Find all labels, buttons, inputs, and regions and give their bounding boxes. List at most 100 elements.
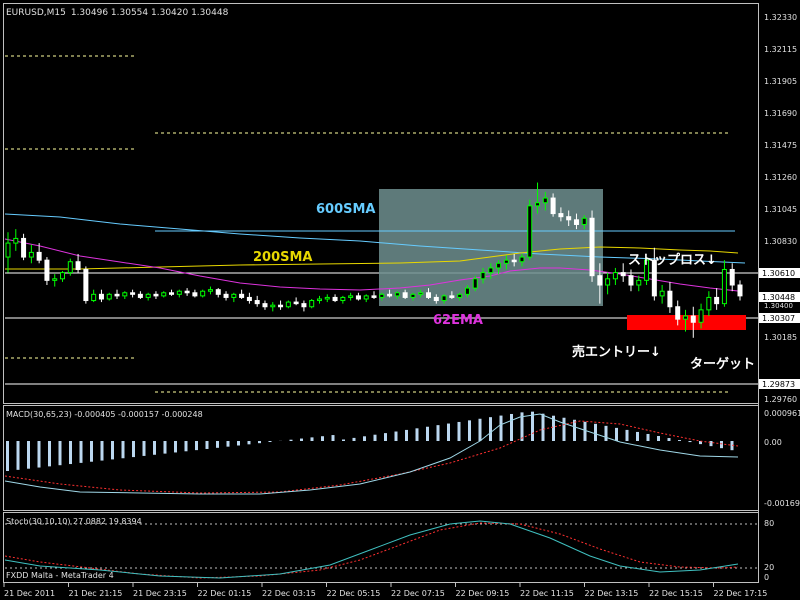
macd-bar <box>27 441 30 469</box>
price-tick: 1.31045 <box>764 205 797 214</box>
candle-body <box>558 213 564 218</box>
candle-body <box>620 272 626 277</box>
candle-body <box>457 293 463 298</box>
macd-bar <box>447 423 450 441</box>
sma600-label: 600SMA <box>316 202 376 217</box>
candle-body <box>379 293 385 298</box>
candle-body <box>410 293 416 298</box>
macd-tick: 0.000961 <box>764 409 800 418</box>
candle-body <box>628 275 634 286</box>
macd-tick: 0.00 <box>764 438 782 447</box>
macd-bar <box>573 419 576 441</box>
macd-bar <box>58 441 62 466</box>
macd-bar <box>646 433 650 441</box>
candle-body <box>254 300 260 305</box>
macd-bar <box>688 441 692 443</box>
candle-body <box>114 293 120 297</box>
price-tick: 1.31475 <box>764 141 797 150</box>
macd-bar <box>310 437 314 441</box>
candle-body <box>480 272 486 280</box>
time-tick: 22 Dec 17:15 <box>714 589 768 598</box>
candle-body <box>503 259 509 264</box>
candle-body <box>472 278 478 289</box>
macd-bar <box>594 423 597 441</box>
candle-body <box>270 304 276 308</box>
price-tick: 1.30185 <box>764 333 797 342</box>
macd-bar <box>79 441 83 463</box>
macd-bar <box>289 439 293 441</box>
macd-bar <box>625 429 629 441</box>
macd-bar <box>394 431 398 441</box>
macd-bar <box>373 434 377 441</box>
time-tick: 22 Dec 05:15 <box>327 589 381 598</box>
candle-body <box>714 296 720 305</box>
time-tick: 22 Dec 03:15 <box>262 589 316 598</box>
candle-body <box>737 284 743 297</box>
stoch-tick: 20 <box>764 563 774 572</box>
time-tick: 22 Dec 09:15 <box>456 589 510 598</box>
macd-bar <box>499 415 503 441</box>
macd-bar <box>6 441 9 471</box>
macd-bar <box>562 417 566 441</box>
time-tick: 22 Dec 07:15 <box>391 589 445 598</box>
candle-body <box>488 267 494 274</box>
candle-body <box>285 301 291 308</box>
macd-bar <box>667 438 671 441</box>
macd-bar <box>111 441 114 460</box>
candle-body <box>246 296 252 302</box>
candle-body <box>675 306 681 320</box>
macd-bar <box>352 437 356 441</box>
candle-body <box>106 293 112 300</box>
candle-body <box>36 251 42 261</box>
time-tick: 21 Dec 21:15 <box>69 589 123 598</box>
candle-body <box>402 292 408 298</box>
candle-body <box>527 205 533 258</box>
candle-body <box>184 290 190 294</box>
candle-body <box>44 259 50 281</box>
time-tick: 21 Dec 2011 <box>4 589 55 598</box>
price-tag-current: 1.30448 <box>762 293 795 302</box>
time-tick: 22 Dec 11:15 <box>520 589 574 598</box>
macd-bar <box>405 429 408 441</box>
stoch-label: Stoch(30,10,10) 27.0882 19.8394 <box>6 517 142 526</box>
macd-bar <box>268 441 272 443</box>
candle-body <box>355 295 361 300</box>
macd-bar <box>205 441 209 449</box>
price-tick: 1.32330 <box>764 13 797 22</box>
candle-body <box>464 287 470 295</box>
macd-label: MACD(30,65,23) -0.000405 -0.000157 -0.00… <box>6 410 203 419</box>
candle-body <box>566 216 572 221</box>
consolidation-zone <box>379 189 603 306</box>
trading-chart[interactable]: EURUSD,M15 1.30496 1.30554 1.30420 1.3044… <box>0 0 800 600</box>
candle-body <box>200 290 206 297</box>
macd-bar <box>100 441 104 461</box>
candle-body <box>721 268 727 305</box>
macd-bar <box>216 441 219 448</box>
symbol-header: EURUSD,M15 1.30496 1.30554 1.30420 1.3044… <box>6 8 229 18</box>
candle-body <box>340 296 346 302</box>
macd-bar <box>195 441 198 451</box>
macd-bar <box>237 441 240 446</box>
macd-bar <box>426 426 429 441</box>
candle-body <box>667 290 673 308</box>
price-tick: 1.29760 <box>764 395 797 404</box>
candle-body <box>426 292 432 298</box>
candle-body <box>550 197 556 215</box>
macd-bar <box>142 441 146 456</box>
macd-bar <box>153 441 156 455</box>
macd-bar <box>583 421 587 441</box>
candle-body <box>449 295 455 298</box>
candle-body <box>418 292 424 295</box>
candle-body <box>293 301 299 305</box>
candle-body <box>309 300 315 308</box>
candle-body <box>231 293 237 298</box>
macd-bar <box>510 413 513 441</box>
macd-bar <box>69 441 72 465</box>
candle-body <box>706 296 712 311</box>
candle-body <box>387 293 393 297</box>
macd-bar <box>321 436 324 441</box>
macd-bar <box>363 436 366 441</box>
macd-bar <box>384 433 387 441</box>
candle-body <box>589 217 595 277</box>
macd-bar <box>720 441 723 449</box>
